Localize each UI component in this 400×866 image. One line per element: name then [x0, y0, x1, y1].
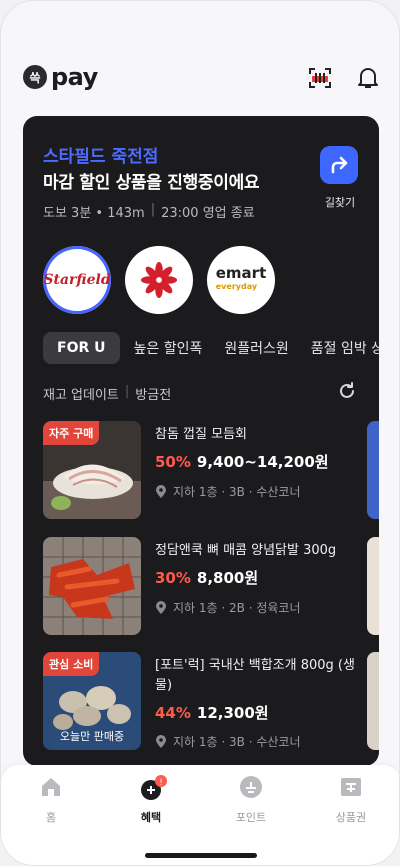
point-icon — [239, 775, 263, 799]
product-name: 정담앤쿡 뼈 매콤 양념닭발 300g — [155, 543, 337, 558]
tab-high-discount[interactable]: 높은 할인폭 — [134, 338, 203, 358]
store-meta: 도보 3분 • 143m | 23:00 영업 종료 — [43, 202, 255, 221]
frequent-buy-badge: 자주 구매 — [43, 421, 100, 445]
location-pin-icon — [156, 484, 166, 498]
bottom-navigation: 홈 ! 혜택 포인트 상품권 — [1, 765, 399, 865]
nav-giftcard-label: 상품권 — [335, 811, 367, 824]
brand-emart-everyday[interactable]: emart everyday — [207, 246, 275, 314]
category-tabs: FOR U 높은 할인폭 원플러스원 품절 임박 상 — [43, 332, 379, 364]
logo-text: pay — [51, 63, 98, 91]
discount-rate: 30% — [155, 569, 191, 587]
nav-home-label: 홈 — [45, 811, 57, 824]
brand-shinsegae[interactable] — [125, 246, 193, 314]
next-card-peek — [367, 421, 379, 519]
tab-for-u[interactable]: FOR U — [43, 332, 120, 364]
price-value: 8,800원 — [196, 569, 259, 587]
deal-item[interactable]: 자주 구매 참돔 껍질 모듬회 50% 9,400~14,200원 지하 1층 ·… — [43, 421, 363, 521]
stock-divider: | — [124, 384, 130, 399]
product-price: 50% 9,400~14,200원 — [155, 451, 329, 472]
route-label: 길찾기 — [324, 196, 356, 209]
brand-selector: Starfield emart everyday — [43, 246, 275, 314]
route-button[interactable] — [320, 146, 358, 184]
nav-benefit[interactable]: ! 혜택 — [111, 775, 191, 825]
today-only-caption: 오늘만 판매중 — [59, 730, 125, 743]
bell-icon[interactable] — [355, 65, 381, 91]
stock-update-time: 방금전 — [135, 388, 172, 403]
next-card-peek — [367, 652, 379, 750]
price-value: 9,400~14,200원 — [196, 453, 329, 471]
shinsegae-flower-icon — [140, 261, 178, 299]
nav-point-label: 포인트 — [235, 811, 267, 824]
product-location: 지하 1층 · 3B · 수산코너 — [155, 733, 300, 750]
emart-logo: emart everyday — [215, 264, 267, 292]
store-deals-card: 스타필드 죽전점 마감 할인 상품을 진행중이에요 도보 3분 • 143m |… — [23, 116, 379, 766]
product-name: [포트'럭] 국내산 백합조개 800g (생물) — [155, 658, 355, 693]
starfield-logo: Starfield — [43, 272, 111, 288]
product-image-sashimi: 자주 구매 — [43, 421, 141, 519]
nav-benefit-label: 혜택 — [140, 811, 162, 824]
app-screen: 쓱 pay 스타필드 죽전점 마감 할인 상품을 진행중이에요 도보 3분 • … — [0, 0, 400, 866]
home-indicator — [145, 853, 257, 858]
product-name: 참돔 껍질 모듬회 — [155, 427, 247, 442]
product-image-chicken-feet — [43, 537, 141, 635]
svg-text:!: ! — [159, 778, 163, 788]
discount-rate: 44% — [155, 704, 191, 722]
store-distance: 도보 3분 • 143m — [43, 206, 145, 221]
product-price: 30% 8,800원 — [155, 567, 258, 588]
stock-update: 재고 업데이트 | 방금전 — [43, 384, 171, 403]
meta-divider: | — [150, 202, 156, 217]
store-headline: 마감 할인 상품을 진행중이에요 — [43, 173, 260, 193]
next-card-peek — [367, 537, 379, 635]
price-value: 12,300원 — [196, 704, 269, 722]
interest-badge: 관심 소비 — [43, 652, 100, 676]
stock-update-label: 재고 업데이트 — [43, 388, 119, 403]
home-icon — [39, 775, 63, 799]
nav-home[interactable]: 홈 — [11, 775, 91, 825]
giftcard-icon — [339, 775, 363, 799]
logo-mark: 쓱 — [23, 65, 47, 89]
nav-point[interactable]: 포인트 — [211, 775, 291, 825]
location-pin-icon — [156, 600, 166, 614]
product-image-clams: 관심 소비 오늘만 판매중 — [43, 652, 141, 750]
app-header: 쓱 pay — [1, 53, 399, 101]
brand-starfield[interactable]: Starfield — [43, 246, 111, 314]
scan-icon[interactable] — [307, 65, 333, 91]
nav-giftcard[interactable]: 상품권 — [311, 775, 391, 825]
store-name: 스타필드 죽전점 — [43, 147, 159, 167]
product-location: 지하 1층 · 2B · 정육코너 — [155, 599, 300, 616]
deal-item[interactable]: 정담앤쿡 뼈 매콤 양념닭발 300g 30% 8,800원 지하 1층 · 2B… — [43, 537, 363, 637]
deal-item[interactable]: 관심 소비 오늘만 판매중 [포트'럭] 국내산 백합조개 800g (생물) … — [43, 652, 363, 752]
refresh-icon[interactable] — [337, 381, 357, 401]
location-pin-icon — [156, 734, 166, 748]
benefit-icon: ! — [139, 775, 167, 800]
ssgpay-logo: 쓱 pay — [23, 65, 98, 89]
product-price: 44% 12,300원 — [155, 702, 269, 723]
turn-right-arrow-icon — [331, 156, 348, 174]
store-hours: 23:00 영업 종료 — [161, 206, 255, 221]
product-location: 지하 1층 · 3B · 수산코너 — [155, 483, 300, 500]
discount-rate: 50% — [155, 453, 191, 471]
tab-one-plus-one[interactable]: 원플러스원 — [224, 338, 288, 358]
tab-almost-sold-out[interactable]: 품절 임박 상 — [311, 338, 379, 358]
